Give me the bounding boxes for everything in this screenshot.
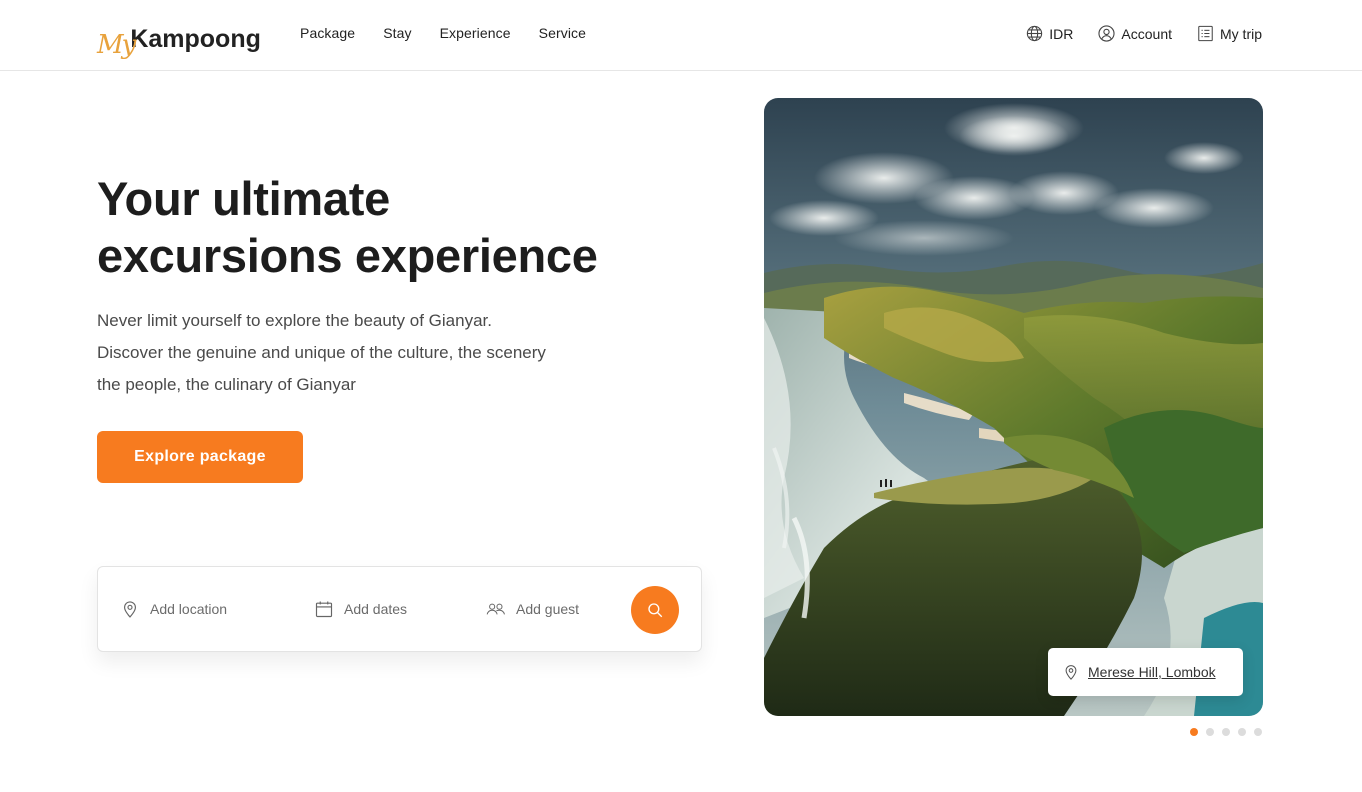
header-actions: IDR Account My trip (1025, 24, 1262, 43)
carousel-dot-4[interactable] (1238, 728, 1246, 736)
location-tag[interactable]: Merese Hill, Lombok (1048, 648, 1243, 696)
calendar-icon (315, 601, 333, 618)
main-nav: Package Stay Experience Service (300, 25, 586, 41)
carousel-dot-5[interactable] (1254, 728, 1262, 736)
search-icon (648, 603, 663, 618)
location-pin-icon (1065, 665, 1077, 680)
explore-package-button[interactable]: Explore package (97, 431, 303, 483)
location-placeholder: Add location (150, 601, 228, 617)
currency-selector[interactable]: IDR (1025, 24, 1073, 43)
hero-landscape-image (764, 98, 1263, 716)
carousel-dot-2[interactable] (1206, 728, 1214, 736)
carousel-indicators (1190, 728, 1262, 736)
logo-main-text: Kampoong (130, 25, 261, 53)
account-label: Account (1121, 25, 1172, 42)
location-pin-icon (123, 601, 137, 618)
hero-desc-line-2: Discover the genuine and unique of the c… (97, 343, 546, 362)
hero-desc-line-3: the people, the culinary of Gianyar (97, 375, 356, 394)
dates-placeholder: Add dates (344, 601, 408, 617)
hero-title-line-2: excursions experience (97, 229, 598, 282)
hero-title-line-1: Your ultimate (97, 172, 390, 225)
nav-package[interactable]: Package (300, 25, 355, 41)
globe-icon (1027, 25, 1043, 42)
dates-field[interactable]: Add dates (314, 567, 407, 651)
site-header: My Kampoong Package Stay Experience Serv… (0, 0, 1362, 71)
hero-desc-line-1: Never limit yourself to explore the beau… (97, 311, 492, 330)
search-bar: Add location Add dates Add guest (97, 566, 702, 652)
guest-placeholder: Add guest (516, 601, 580, 617)
guests-icon (486, 603, 505, 615)
user-icon (1098, 25, 1115, 42)
brand-logo[interactable]: My Kampoong (97, 14, 261, 60)
my-trip-link[interactable]: My trip (1196, 24, 1262, 43)
location-field[interactable]: Add location (120, 567, 227, 651)
hero-description: Never limit yourself to explore the beau… (97, 305, 617, 401)
currency-label: IDR (1049, 25, 1074, 42)
search-button[interactable] (631, 586, 679, 634)
nav-experience[interactable]: Experience (440, 25, 511, 41)
list-icon (1198, 25, 1213, 42)
location-tag-label[interactable]: Merese Hill, Lombok (1088, 664, 1216, 680)
account-link[interactable]: Account (1097, 24, 1172, 43)
nav-stay[interactable]: Stay (383, 25, 411, 41)
carousel-dot-3[interactable] (1222, 728, 1230, 736)
logo-script-text: My (97, 30, 136, 60)
hero-title: Your ultimate excursions experience (97, 170, 657, 284)
guest-field[interactable]: Add guest (486, 567, 579, 651)
carousel-dot-1[interactable] (1190, 728, 1198, 736)
my-trip-label: My trip (1220, 25, 1262, 42)
nav-service[interactable]: Service (539, 25, 586, 41)
